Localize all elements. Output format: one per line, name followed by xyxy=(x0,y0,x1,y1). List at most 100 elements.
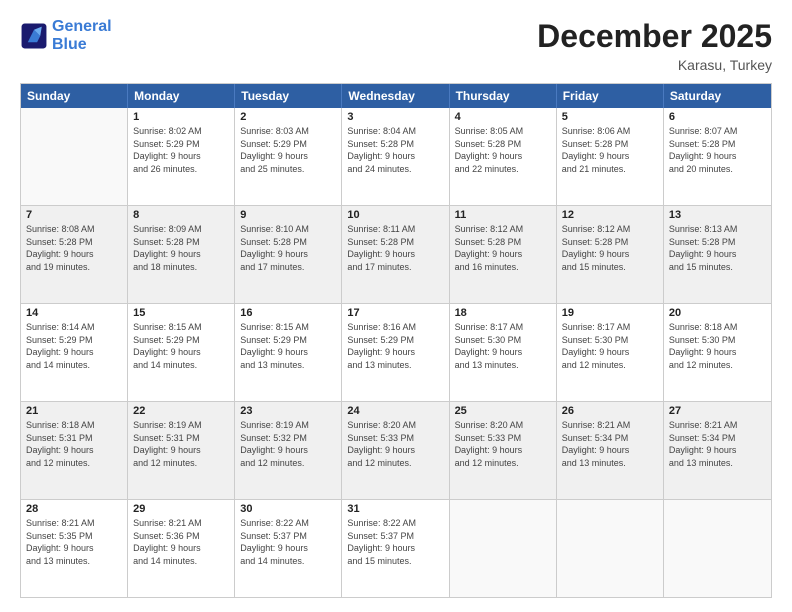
calendar-cell: 11Sunrise: 8:12 AMSunset: 5:28 PMDayligh… xyxy=(450,206,557,303)
sunrise-text: Sunrise: 8:12 AM xyxy=(562,223,658,236)
sunset-text: Sunset: 5:28 PM xyxy=(347,236,443,249)
calendar-cell: 22Sunrise: 8:19 AMSunset: 5:31 PMDayligh… xyxy=(128,402,235,499)
calendar-cell: 16Sunrise: 8:15 AMSunset: 5:29 PMDayligh… xyxy=(235,304,342,401)
day-number: 30 xyxy=(240,503,336,515)
daylight-text2: and 13 minutes. xyxy=(240,359,336,372)
calendar-cell: 25Sunrise: 8:20 AMSunset: 5:33 PMDayligh… xyxy=(450,402,557,499)
day-number: 28 xyxy=(26,503,122,515)
sunset-text: Sunset: 5:28 PM xyxy=(669,138,766,151)
daylight-text: Daylight: 9 hours xyxy=(562,346,658,359)
sunrise-text: Sunrise: 8:21 AM xyxy=(133,517,229,530)
calendar-week: 14Sunrise: 8:14 AMSunset: 5:29 PMDayligh… xyxy=(21,304,771,402)
calendar-cell: 31Sunrise: 8:22 AMSunset: 5:37 PMDayligh… xyxy=(342,500,449,597)
day-number: 27 xyxy=(669,405,766,417)
daylight-text: Daylight: 9 hours xyxy=(669,346,766,359)
day-number: 13 xyxy=(669,209,766,221)
sunrise-text: Sunrise: 8:19 AM xyxy=(133,419,229,432)
day-number: 26 xyxy=(562,405,658,417)
sunrise-text: Sunrise: 8:17 AM xyxy=(455,321,551,334)
day-number: 4 xyxy=(455,111,551,123)
calendar-cell: 26Sunrise: 8:21 AMSunset: 5:34 PMDayligh… xyxy=(557,402,664,499)
sunset-text: Sunset: 5:35 PM xyxy=(26,530,122,543)
header: General Blue December 2025 Karasu, Turke… xyxy=(20,18,772,73)
day-number: 22 xyxy=(133,405,229,417)
calendar-cell xyxy=(21,108,128,205)
sunset-text: Sunset: 5:29 PM xyxy=(240,138,336,151)
day-number: 15 xyxy=(133,307,229,319)
daylight-text2: and 14 minutes. xyxy=(26,359,122,372)
logo-line1: General xyxy=(52,18,112,35)
calendar-cell: 28Sunrise: 8:21 AMSunset: 5:35 PMDayligh… xyxy=(21,500,128,597)
daylight-text: Daylight: 9 hours xyxy=(240,346,336,359)
daylight-text: Daylight: 9 hours xyxy=(26,444,122,457)
daylight-text: Daylight: 9 hours xyxy=(240,542,336,555)
daylight-text2: and 22 minutes. xyxy=(455,163,551,176)
daylight-text: Daylight: 9 hours xyxy=(669,444,766,457)
calendar-cell: 19Sunrise: 8:17 AMSunset: 5:30 PMDayligh… xyxy=(557,304,664,401)
daylight-text: Daylight: 9 hours xyxy=(240,248,336,261)
sunrise-text: Sunrise: 8:09 AM xyxy=(133,223,229,236)
daylight-text: Daylight: 9 hours xyxy=(562,444,658,457)
daylight-text: Daylight: 9 hours xyxy=(455,346,551,359)
sunset-text: Sunset: 5:36 PM xyxy=(133,530,229,543)
daylight-text2: and 16 minutes. xyxy=(455,261,551,274)
daylight-text: Daylight: 9 hours xyxy=(26,248,122,261)
daylight-text2: and 17 minutes. xyxy=(347,261,443,274)
daylight-text: Daylight: 9 hours xyxy=(455,248,551,261)
calendar-cell: 20Sunrise: 8:18 AMSunset: 5:30 PMDayligh… xyxy=(664,304,771,401)
sunrise-text: Sunrise: 8:18 AM xyxy=(669,321,766,334)
day-number: 7 xyxy=(26,209,122,221)
calendar-header-cell: Wednesday xyxy=(342,84,449,108)
sunset-text: Sunset: 5:30 PM xyxy=(562,334,658,347)
sunrise-text: Sunrise: 8:20 AM xyxy=(347,419,443,432)
sunrise-text: Sunrise: 8:21 AM xyxy=(562,419,658,432)
sunrise-text: Sunrise: 8:22 AM xyxy=(347,517,443,530)
calendar-cell: 14Sunrise: 8:14 AMSunset: 5:29 PMDayligh… xyxy=(21,304,128,401)
sunset-text: Sunset: 5:28 PM xyxy=(562,236,658,249)
sunset-text: Sunset: 5:29 PM xyxy=(133,138,229,151)
calendar-cell: 17Sunrise: 8:16 AMSunset: 5:29 PMDayligh… xyxy=(342,304,449,401)
daylight-text2: and 15 minutes. xyxy=(347,555,443,568)
daylight-text: Daylight: 9 hours xyxy=(455,150,551,163)
logo: General Blue xyxy=(20,18,112,53)
day-number: 19 xyxy=(562,307,658,319)
daylight-text: Daylight: 9 hours xyxy=(26,346,122,359)
sunrise-text: Sunrise: 8:10 AM xyxy=(240,223,336,236)
calendar-cell: 7Sunrise: 8:08 AMSunset: 5:28 PMDaylight… xyxy=(21,206,128,303)
daylight-text: Daylight: 9 hours xyxy=(133,346,229,359)
sunrise-text: Sunrise: 8:15 AM xyxy=(240,321,336,334)
sunset-text: Sunset: 5:28 PM xyxy=(562,138,658,151)
calendar: SundayMondayTuesdayWednesdayThursdayFrid… xyxy=(20,83,772,598)
sunrise-text: Sunrise: 8:03 AM xyxy=(240,125,336,138)
calendar-cell: 9Sunrise: 8:10 AMSunset: 5:28 PMDaylight… xyxy=(235,206,342,303)
sunset-text: Sunset: 5:28 PM xyxy=(669,236,766,249)
calendar-cell: 13Sunrise: 8:13 AMSunset: 5:28 PMDayligh… xyxy=(664,206,771,303)
daylight-text2: and 12 minutes. xyxy=(455,457,551,470)
daylight-text2: and 12 minutes. xyxy=(347,457,443,470)
calendar-cell: 29Sunrise: 8:21 AMSunset: 5:36 PMDayligh… xyxy=(128,500,235,597)
daylight-text2: and 13 minutes. xyxy=(26,555,122,568)
sunrise-text: Sunrise: 8:11 AM xyxy=(347,223,443,236)
day-number: 31 xyxy=(347,503,443,515)
sunset-text: Sunset: 5:28 PM xyxy=(133,236,229,249)
calendar-cell: 27Sunrise: 8:21 AMSunset: 5:34 PMDayligh… xyxy=(664,402,771,499)
day-number: 14 xyxy=(26,307,122,319)
daylight-text2: and 15 minutes. xyxy=(669,261,766,274)
daylight-text2: and 14 minutes. xyxy=(133,359,229,372)
daylight-text2: and 12 minutes. xyxy=(133,457,229,470)
sunrise-text: Sunrise: 8:18 AM xyxy=(26,419,122,432)
sunrise-text: Sunrise: 8:13 AM xyxy=(669,223,766,236)
sunrise-text: Sunrise: 8:12 AM xyxy=(455,223,551,236)
daylight-text: Daylight: 9 hours xyxy=(455,444,551,457)
sunset-text: Sunset: 5:28 PM xyxy=(240,236,336,249)
day-number: 11 xyxy=(455,209,551,221)
logo-text: General Blue xyxy=(52,18,112,53)
calendar-cell: 21Sunrise: 8:18 AMSunset: 5:31 PMDayligh… xyxy=(21,402,128,499)
sunset-text: Sunset: 5:33 PM xyxy=(455,432,551,445)
sunset-text: Sunset: 5:28 PM xyxy=(455,138,551,151)
calendar-cell: 23Sunrise: 8:19 AMSunset: 5:32 PMDayligh… xyxy=(235,402,342,499)
daylight-text: Daylight: 9 hours xyxy=(133,248,229,261)
calendar-header-cell: Tuesday xyxy=(235,84,342,108)
calendar-cell xyxy=(450,500,557,597)
day-number: 29 xyxy=(133,503,229,515)
